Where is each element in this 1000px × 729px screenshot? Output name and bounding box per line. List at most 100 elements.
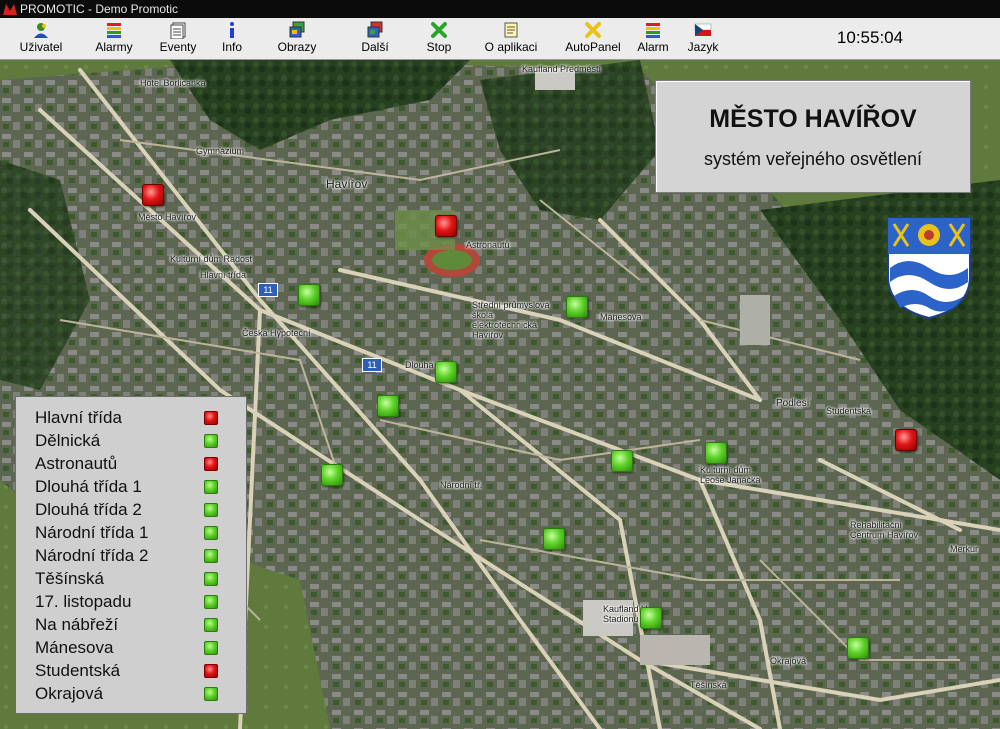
stop-button-label: Stop [426, 40, 452, 54]
autopanel-button-label: AutoPanel [565, 40, 621, 54]
map-lamp-narodni-trida-2[interactable] [543, 528, 565, 550]
map-lamp-astronautu[interactable] [435, 215, 457, 237]
status-lamp-icon [204, 526, 218, 540]
legend-item-label: 17. listopadu [35, 592, 132, 611]
status-lamp-icon [204, 503, 218, 517]
status-lamp-icon [204, 641, 218, 655]
street-status-legend: Hlavní třída Dělnická Astronautů Dlouhá … [15, 396, 247, 714]
map-lamp-narodni-trida-1[interactable] [377, 395, 399, 417]
page-subtitle: systém veřejného osvětlení [703, 149, 923, 169]
next-button-label: Další [361, 40, 389, 54]
status-lamp-icon [204, 664, 218, 678]
screens-button-label: Obrazy [277, 40, 317, 54]
status-lamp-icon [204, 411, 218, 425]
legend-item-okrajova[interactable]: Okrajová [16, 682, 246, 705]
city-title-panel: MĚSTO HAVÍŘOV systém veřejného osvětlení [655, 80, 971, 193]
legend-item-label: Hlavní třída [35, 408, 122, 427]
clock: 10:55:04 [836, 28, 904, 47]
alarm-icon [646, 23, 660, 38]
status-lamp-icon [204, 687, 218, 701]
autopanel-icon [585, 22, 601, 38]
user-button-label: Uživatel [19, 40, 63, 54]
status-lamp-icon [204, 480, 218, 494]
map-label-studentska: Studentská [826, 406, 872, 416]
map-label-kulturni-dum-janacka: Kulturní dům Leoše Janáčka [700, 465, 761, 485]
legend-item-label: Národní třída 2 [35, 546, 149, 565]
alarms-icon [107, 23, 121, 38]
legend-item-17-listopadu[interactable]: 17. listopadu [16, 590, 246, 613]
map-label-manesova: Mánesova [600, 312, 642, 322]
map-lamp-okrajova[interactable] [847, 637, 869, 659]
alarm-button-label: Alarm [637, 40, 669, 54]
map-lamp-dlouha-trida-1[interactable] [435, 361, 457, 383]
status-lamp-icon [204, 457, 218, 471]
screens-button[interactable]: Obrazy [274, 21, 320, 57]
legend-item-dlouha-trida-1[interactable]: Dlouhá třída 1 [16, 475, 246, 498]
info-button[interactable]: Info [217, 21, 247, 57]
legend-item-tesinska[interactable]: Těšínská [16, 567, 246, 590]
legend-item-label: Dlouhá třída 2 [35, 500, 142, 519]
map-lamp-dlouha-trida-2[interactable] [705, 442, 727, 464]
czech-flag-icon [694, 23, 712, 36]
havirov-coat-of-arms-icon [887, 217, 971, 320]
legend-item-label: Na nábřeží [35, 615, 119, 634]
alarm-button[interactable]: Alarm [634, 21, 672, 57]
map-label-astronautu: Astronautů [466, 240, 510, 250]
events-button[interactable]: Eventy [155, 21, 201, 57]
window-titlebar: PROMOTIC - Demo Promotic [0, 0, 1000, 18]
map-label-kaufland-predmesti: Kaufland Předměstí [522, 64, 602, 74]
map-label-havirov: Havířov [326, 177, 368, 191]
map-label-hotel: Hotel Borlicanka [140, 78, 206, 88]
toolbar: Uživatel Alarmy Eventy Info Obrazy Další [0, 18, 1000, 60]
map-label-podlesi: Podlesí [776, 398, 810, 409]
map-lamp-hlavni-trida[interactable] [142, 184, 164, 206]
events-button-label: Eventy [159, 40, 197, 54]
map-lamp-17-listopadu[interactable] [611, 450, 633, 472]
page-title: MĚSTO HAVÍŘOV [709, 105, 917, 133]
autopanel-button[interactable]: AutoPanel [562, 21, 624, 57]
legend-item-label: Dlouhá třída 1 [35, 477, 142, 496]
map-lamp-na-nabrezi[interactable] [321, 464, 343, 486]
legend-item-narodni-trida-1[interactable]: Národní třída 1 [16, 521, 246, 544]
legend-item-label: Astronautů [35, 454, 118, 473]
map-label-gymnazium: Gymnázium [196, 146, 245, 156]
next-icon [367, 21, 383, 38]
map-label-tesinska: Těšínská [690, 680, 727, 690]
map-lamp-tesinska[interactable] [640, 607, 662, 629]
legend-item-na-nabrezi[interactable]: Na nábřeží [16, 613, 246, 636]
next-button[interactable]: Další [357, 21, 393, 57]
language-button-label: Jazyk [687, 40, 719, 54]
user-icon [34, 23, 48, 38]
map-lamp-manesova[interactable] [566, 296, 588, 318]
status-lamp-icon [204, 595, 218, 609]
map-label-okrajova: Okrajová [770, 656, 807, 666]
window-title: PROMOTIC - Demo Promotic [20, 2, 179, 16]
info-button-label: Info [221, 40, 242, 54]
map-lamp-studentska[interactable] [895, 429, 917, 451]
legend-item-label: Okrajová [35, 684, 104, 703]
legend-item-astronautu[interactable]: Astronautů [16, 452, 246, 475]
language-button[interactable]: Jazyk [684, 21, 722, 57]
status-lamp-icon [204, 618, 218, 632]
about-icon [504, 22, 518, 38]
legend-item-studentska[interactable]: Studentská [16, 659, 246, 682]
about-button[interactable]: O aplikaci [480, 21, 542, 57]
promotic-logo-icon [3, 4, 17, 15]
legend-item-label: Mánesova [35, 638, 114, 657]
user-button[interactable]: Uživatel [14, 21, 68, 57]
stop-button[interactable]: Stop [421, 21, 457, 57]
legend-item-delnicka[interactable]: Dělnická [16, 429, 246, 452]
map-label-narodni-tr: Národní tř. [440, 480, 483, 490]
info-icon [230, 22, 234, 38]
legend-item-narodni-trida-2[interactable]: Národní třída 2 [16, 544, 246, 567]
legend-item-manesova[interactable]: Mánesova [16, 636, 246, 659]
legend-item-hlavni-trida[interactable]: Hlavní třída [16, 406, 246, 429]
legend-item-label: Dělnická [35, 431, 101, 450]
map-label-kulturni-dum-radost: Kulturní dům Radost [170, 254, 253, 264]
map-lamp-delnicka[interactable] [298, 284, 320, 306]
status-lamp-icon [204, 572, 218, 586]
events-icon [170, 22, 186, 39]
alarms-button[interactable]: Alarmy [90, 21, 138, 57]
map-label-rehabilitacni: Rehabilitační Centrum Havířov [850, 520, 919, 540]
legend-item-dlouha-trida-2[interactable]: Dlouhá třída 2 [16, 498, 246, 521]
